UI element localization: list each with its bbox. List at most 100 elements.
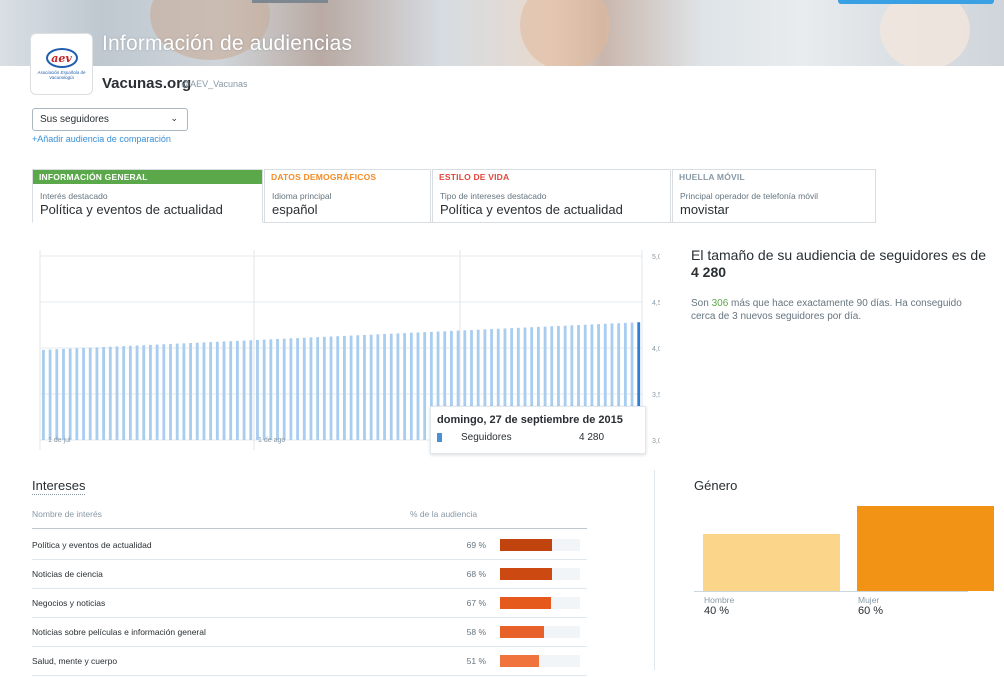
follower-bar [222,341,226,440]
interest-name: Noticias sobre películas e información g… [32,627,206,637]
growth-count: 306 [711,298,729,309]
follower-bar [142,345,146,440]
follower-bar [95,347,99,440]
tab-subtitle: Principal operador de telefonía móvil [680,191,818,201]
audience-size-text: El tamaño de su audiencia de seguidores … [691,247,986,263]
tab-overview[interactable]: INFORMACIÓN GENERAL Interés destacado Polí… [32,169,263,223]
follower-bar [369,334,373,440]
interest-bar [500,655,539,667]
interest-bar-track [500,597,580,609]
interest-pct: 68 % [466,569,486,579]
tab-title: HUELLA MÓVIL [679,172,745,182]
interests-title[interactable]: Intereses [32,478,86,495]
tooltip-series-value: 4 280 [579,432,605,443]
follower-bar [343,335,346,440]
follower-bar [229,341,233,440]
aev-logo-icon: aev [45,48,78,68]
tab-value: español [272,202,318,217]
interest-pct: 67 % [466,598,486,608]
interest-row[interactable]: Noticias de ciencia 68 % [32,559,587,588]
follower-bar [169,343,172,440]
tab-subtitle: Interés destacado [40,191,108,201]
interest-name: Negocios y noticias [32,598,106,608]
audience-size-value: 4 280 [691,264,727,280]
banner-photo-shape [880,0,970,66]
tooltip-series-name: Seguidores [461,432,512,443]
x-tick-label: 1 de jul [48,437,71,444]
interest-name: Salud, mente y cuerpo [32,656,118,666]
tab-lifestyle[interactable]: ESTILO DE VIDA Tipo de intereses destacad… [432,169,671,223]
interest-row[interactable]: Salud, mente y cuerpo 51 % [32,646,587,675]
tab-mobile[interactable]: HUELLA MÓVIL Principal operador de telefo… [672,169,876,223]
chart-tooltip: domingo, 27 de septiembre de 2015 Seguid… [430,406,646,454]
top-action-button[interactable] [838,0,994,4]
growth-prefix: Son [691,298,709,309]
follower-bar [389,333,393,440]
tooltip-series-swatch [437,433,442,442]
interest-bar [500,568,552,580]
follower-bar [349,335,353,440]
follower-bar [302,337,306,440]
interest-name: Noticias de ciencia [32,569,103,579]
gender-bar-mujer[interactable] [857,506,994,591]
interests-header-divider [32,528,587,529]
interest-bar-track [500,539,580,551]
tab-value: movistar [680,202,730,217]
follower-bar [209,342,213,440]
x-tick-label: 1 de ago [258,437,285,444]
gender-bar-hombre[interactable] [703,534,840,591]
avatar[interactable]: aev Asociación Española de Vacunología [30,33,93,95]
follower-bar [289,338,293,440]
interests-col-name: Nombre de interés [32,509,102,519]
follower-bar [55,349,59,440]
row-divider [32,675,587,676]
interest-row[interactable]: Noticias sobre películas e información g… [32,617,587,646]
account-name[interactable]: Vacunas.org [102,75,191,92]
gender-title: Género [694,478,738,493]
banner-photo-shape [520,0,610,66]
interest-pct: 69 % [466,540,486,550]
follower-bar [128,345,132,440]
follower-bar [416,332,420,440]
follower-bar [175,343,179,440]
interest-row[interactable]: Política y eventos de actualidad 69 % [32,530,587,559]
gender-label: Hombre [704,595,735,605]
follower-bar [396,333,400,440]
follower-bar [135,345,139,440]
y-tick-label: 5,0K [652,254,660,261]
follower-bar [122,346,126,440]
gender-pct: 40 % [704,605,730,617]
follower-bar [322,336,326,440]
follower-bar [235,340,239,440]
section-divider [654,470,655,670]
follower-bar [215,341,219,440]
nav-active-indicator [252,0,328,3]
follower-bar [356,335,360,440]
growth-suffix: más que hace exactamente 90 días. Ha con… [691,298,962,322]
gender-axis [694,591,968,592]
follower-bar [409,332,413,440]
follower-bar [162,344,166,440]
tab-value: Política y eventos de actualidad [440,202,623,217]
tab-title: ESTILO DE VIDA [439,172,510,182]
follower-bar [309,337,313,440]
follower-bar [195,342,199,440]
follower-bar [68,348,72,440]
tooltip-date: domingo, 27 de septiembre de 2015 [437,414,623,426]
audience-growth-description: Son 306 más que hace exactamente 90 días… [691,297,986,323]
interest-row[interactable]: Negocios y noticias 67 % [32,588,587,617]
add-comparison-link[interactable]: +Añadir audiencia de comparación [32,134,171,144]
y-tick-label: 4,0K [652,346,660,353]
follower-bar [75,348,79,440]
interest-bar-track [500,568,580,580]
interest-bar-track [500,655,580,667]
follower-bar [149,344,152,440]
interest-bar [500,539,552,551]
follower-bar [296,338,299,440]
tab-demographics[interactable]: DATOS DEMOGRÁFICOS Idioma principal españo… [264,169,431,223]
tab-subtitle: Tipo de intereses destacado [440,191,547,201]
tab-title: INFORMACIÓN GENERAL [33,170,262,184]
audience-select[interactable]: Sus seguidores ⌄ [32,108,188,131]
tab-title: DATOS DEMOGRÁFICOS [271,172,377,182]
tab-subtitle: Idioma principal [272,191,332,201]
